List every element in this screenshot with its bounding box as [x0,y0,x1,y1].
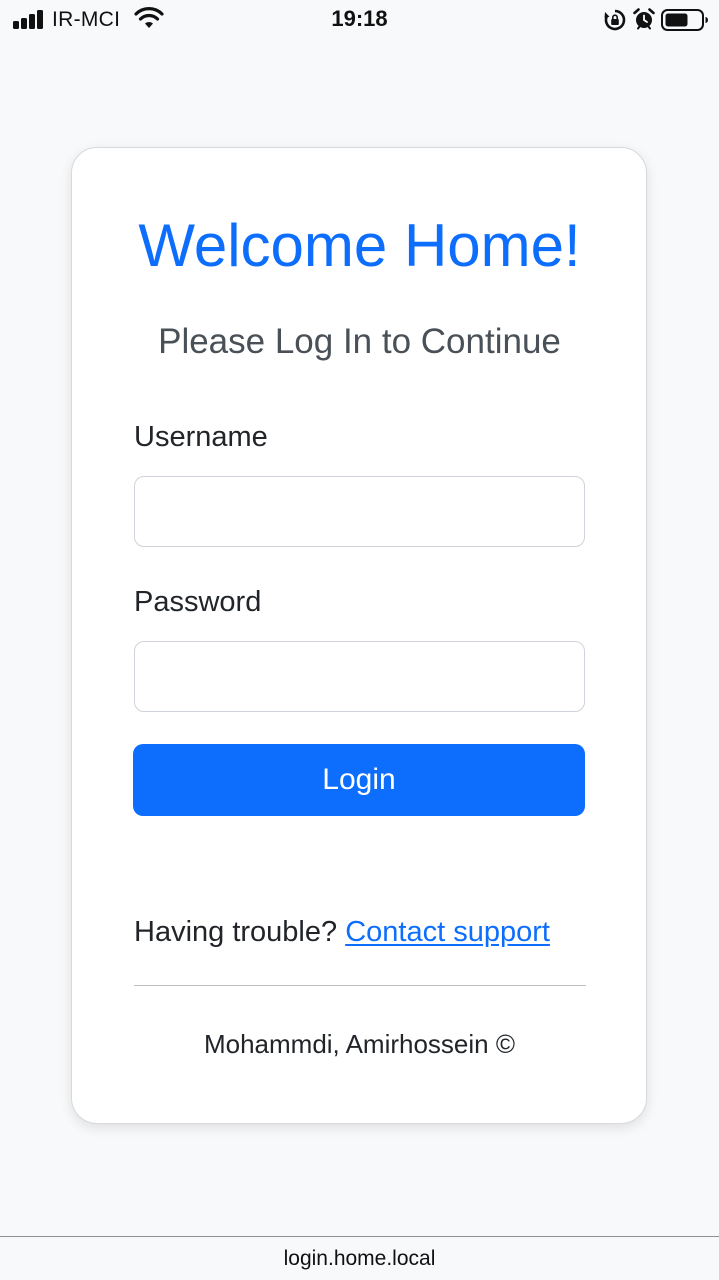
status-bar: IR-MCI 19:18 [0,0,719,40]
contact-support-link[interactable]: Contact support [345,916,550,948]
wifi-icon [134,7,164,28]
help-text: Having trouble? [134,916,338,948]
page-title: Welcome Home! [138,212,581,279]
url-text: login.home.local [283,1247,436,1270]
author-credit: Mohammdi, Amirhossein © [203,1029,516,1059]
rotation-lock-icon [604,9,626,31]
password-input[interactable] [134,641,585,712]
help-row: Having trouble? Contact support [134,913,586,951]
battery-icon [661,9,708,31]
alarm-icon [633,8,655,30]
login-button[interactable]: Login [133,744,585,816]
browser-address-bar[interactable]: login.home.local [0,1236,719,1280]
page-subtitle: Please Log In to Continue [158,322,561,361]
divider [134,985,586,986]
password-label: Password [134,586,262,618]
login-card [71,147,647,1124]
carrier-name: IR-MCI [52,8,121,31]
username-input[interactable] [134,476,585,547]
signal-icon [13,9,45,29]
username-label: Username [134,421,268,453]
